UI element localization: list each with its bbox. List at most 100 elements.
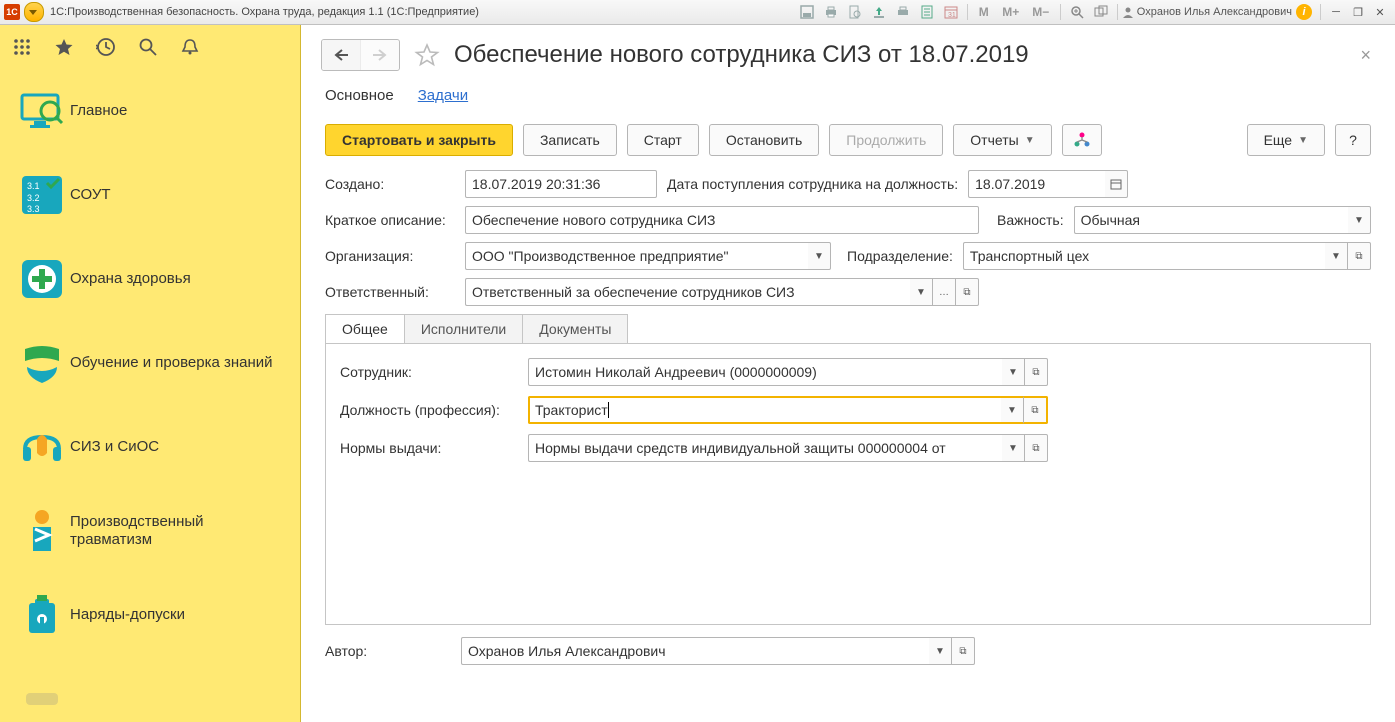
search-icon[interactable] [136, 35, 160, 59]
permit-icon [14, 591, 70, 639]
sidebar-item-permits[interactable]: Наряды-допуски [0, 573, 300, 657]
chevron-down-icon[interactable]: ▼ [1348, 206, 1371, 234]
bell-icon[interactable] [178, 35, 202, 59]
sidebar-item-label: Производственный травматизм [70, 513, 286, 549]
chevron-down-icon[interactable]: ▼ [1325, 242, 1348, 270]
form-body: Создано: 18.07.2019 20:31:36 Дата поступ… [301, 166, 1395, 722]
sub-tabs: Общее Исполнители Документы [325, 314, 628, 343]
more-button[interactable]: Еще▼ [1247, 124, 1325, 156]
forward-button[interactable] [360, 40, 399, 70]
save-button[interactable]: Записать [523, 124, 617, 156]
org-field[interactable]: ООО "Производственное предприятие" ▼ [465, 242, 831, 270]
ellipsis-icon[interactable]: … [933, 278, 956, 306]
sidebar-item-label: Главное [70, 102, 127, 120]
chevron-down-icon[interactable]: ▼ [1002, 358, 1025, 386]
sidebar-item-label: Охрана здоровья [70, 270, 191, 288]
maximize-button[interactable]: ❐ [1349, 4, 1367, 20]
subtab-panel: Сотрудник: Истомин Николай Андреевич (00… [325, 343, 1371, 625]
open-icon[interactable]: ⧉ [1348, 242, 1371, 270]
open-icon[interactable]: ⧉ [1025, 434, 1048, 462]
open-icon[interactable]: ⧉ [1025, 358, 1048, 386]
zoom-icon[interactable] [1068, 3, 1086, 21]
sidebar-item-more[interactable] [0, 657, 300, 722]
health-icon [14, 255, 70, 303]
norms-field[interactable]: Нормы выдачи средств индивидуальной защи… [528, 434, 1048, 462]
info-icon[interactable]: i [1296, 4, 1312, 20]
close-button[interactable]: ✕ [1371, 4, 1389, 20]
stop-button[interactable]: Остановить [709, 124, 819, 156]
responsible-field[interactable]: Ответственный за обеспечение сотрудников… [465, 278, 979, 306]
subtab-performers[interactable]: Исполнители [405, 315, 523, 343]
calendar-icon[interactable]: 31 [942, 3, 960, 21]
main-area: Обеспечение нового сотрудника СИЗ от 18.… [301, 25, 1395, 722]
monitor-icon [14, 87, 70, 135]
author-field[interactable]: Охранов Илья Александрович ▼ ⧉ [461, 637, 975, 665]
sidebar-item-training[interactable]: Обучение и проверка знаний [0, 321, 300, 405]
open-icon[interactable]: ⧉ [952, 637, 975, 665]
injury-icon [14, 507, 70, 555]
sidebar-item-health[interactable]: Охрана здоровья [0, 237, 300, 321]
reports-button[interactable]: Отчеты▼ [953, 124, 1051, 156]
calendar-picker-icon[interactable] [1105, 170, 1128, 198]
page-tabs: Основное Задачи [301, 75, 1395, 110]
created-field[interactable]: 18.07.2019 20:31:36 [465, 170, 657, 198]
print2-icon[interactable] [894, 3, 912, 21]
app-logo-icon: 1С [4, 4, 20, 20]
app-menu-icon[interactable] [24, 2, 44, 22]
minimize-button[interactable]: ─ [1327, 4, 1345, 20]
sidebar: Главное 3.13.23.3 СОУТ Охрана здоровья О… [0, 25, 301, 722]
star-icon[interactable] [414, 42, 440, 68]
dept-label: Подразделение: [847, 248, 953, 264]
preview-icon[interactable] [846, 3, 864, 21]
sidebar-item-main[interactable]: Главное [0, 69, 300, 153]
short-desc-field[interactable]: Обеспечение нового сотрудника СИЗ [465, 206, 979, 234]
tab-tasks[interactable]: Задачи [418, 81, 468, 110]
importance-label: Важность: [997, 212, 1064, 228]
position-field[interactable]: Тракторист ▼ ⧉ [528, 396, 1048, 424]
close-page-button[interactable]: × [1356, 45, 1375, 66]
importance-field[interactable]: Обычная ▼ [1074, 206, 1371, 234]
tab-main[interactable]: Основное [325, 81, 394, 110]
save-icon[interactable] [798, 3, 816, 21]
start-close-button[interactable]: Стартовать и закрыть [325, 124, 513, 156]
employee-field[interactable]: Истомин Николай Андреевич (0000000009) ▼… [528, 358, 1048, 386]
subtab-docs[interactable]: Документы [523, 315, 627, 343]
open-icon[interactable]: ⧉ [956, 278, 979, 306]
created-label: Создано: [325, 176, 455, 192]
sidebar-item-label: Наряды-допуски [70, 606, 185, 624]
ppe-icon [14, 423, 70, 471]
hire-date-field[interactable]: 18.07.2019 [968, 170, 1128, 198]
hire-date-label: Дата поступления сотрудника на должность… [667, 176, 958, 192]
calc-icon[interactable] [918, 3, 936, 21]
open-icon[interactable]: ⧉ [1024, 396, 1048, 424]
chevron-down-icon[interactable]: ▼ [808, 242, 831, 270]
command-bar: Стартовать и закрыть Записать Старт Оста… [301, 110, 1395, 166]
chevron-down-icon[interactable]: ▼ [1001, 396, 1024, 424]
chevron-down-icon[interactable]: ▼ [1002, 434, 1025, 462]
user-label[interactable]: Охранов Илья Александрович [1122, 6, 1292, 18]
upload-icon[interactable] [870, 3, 888, 21]
history-icon[interactable] [94, 35, 118, 59]
sidebar-item-injury[interactable]: Производственный травматизм [0, 489, 300, 573]
windows-icon[interactable] [1092, 3, 1110, 21]
favorites-icon[interactable] [52, 35, 76, 59]
employee-label: Сотрудник: [340, 364, 520, 380]
sout-icon: 3.13.23.3 [14, 171, 70, 219]
chevron-down-icon[interactable]: ▼ [929, 637, 952, 665]
norms-label: Нормы выдачи: [340, 440, 520, 456]
chevron-down-icon[interactable]: ▼ [910, 278, 933, 306]
continue-button[interactable]: Продолжить [829, 124, 943, 156]
print-icon[interactable] [822, 3, 840, 21]
m-minus-button[interactable]: M− [1029, 3, 1053, 21]
help-button[interactable]: ? [1335, 124, 1371, 156]
dept-field[interactable]: Транспортный цех ▼ ⧉ [963, 242, 1371, 270]
start-button[interactable]: Старт [627, 124, 699, 156]
sidebar-item-sout[interactable]: 3.13.23.3 СОУТ [0, 153, 300, 237]
m-plus-button[interactable]: M+ [999, 3, 1023, 21]
sidebar-item-ppe[interactable]: СИЗ и СиОС [0, 405, 300, 489]
subtab-general[interactable]: Общее [326, 315, 405, 343]
apps-icon[interactable] [10, 35, 34, 59]
m-button[interactable]: M [975, 3, 993, 21]
back-button[interactable] [322, 40, 360, 70]
structure-button[interactable] [1062, 124, 1102, 156]
